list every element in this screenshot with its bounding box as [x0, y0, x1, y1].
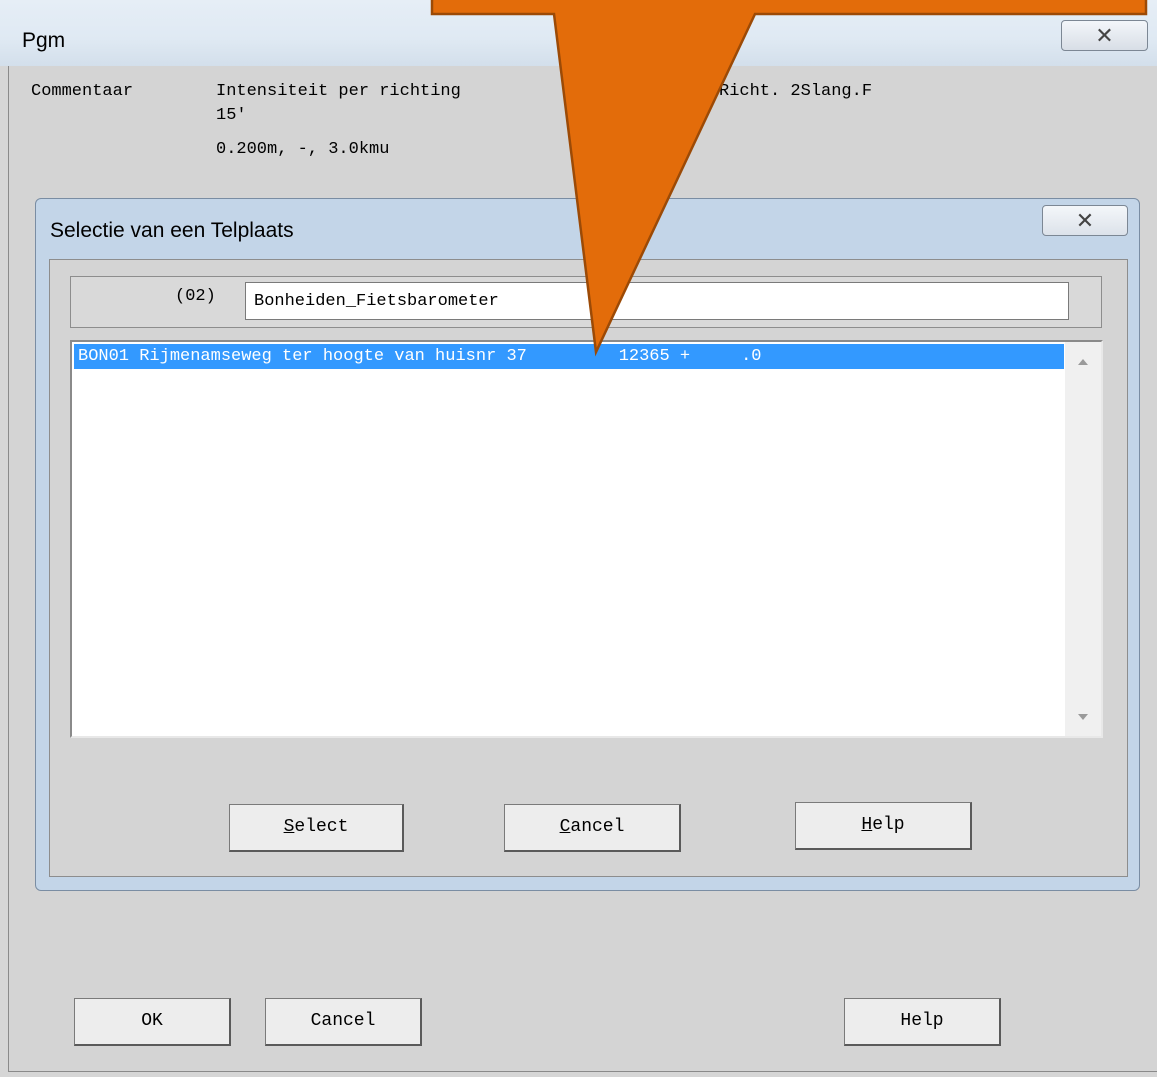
ok-button[interactable]: OK	[74, 998, 231, 1046]
close-icon: ✕	[1075, 208, 1095, 233]
dialog-help-button[interactable]: Help	[795, 802, 972, 850]
scroll-down-arrow-icon[interactable]	[1078, 714, 1088, 720]
list-item-selected[interactable]: BON01 Rijmenamseweg ter hoogte van huisn…	[74, 344, 1064, 369]
dialog-title: Selectie van een Telplaats	[50, 219, 294, 242]
comment-line: Richt. 2Slang.F	[719, 82, 873, 101]
dialog-cancel-button[interactable]: Cancel	[504, 804, 681, 852]
dialog-client-area: (02) BON01 Rijmenamseweg ter hoogte van …	[49, 259, 1128, 877]
comment-label: Commentaar	[31, 82, 134, 101]
telplaats-name-input[interactable]	[245, 282, 1069, 320]
telplaats-field-row: (02)	[70, 276, 1102, 328]
field-code-label: (02)	[175, 287, 216, 306]
select-telplaats-dialog: Selectie van een Telplaats ✕ (02) BON01 …	[35, 198, 1140, 891]
list-scrollbar[interactable]	[1065, 342, 1101, 736]
dialog-close-button[interactable]: ✕	[1042, 205, 1128, 236]
outer-cancel-button[interactable]: Cancel	[265, 998, 422, 1046]
select-button[interactable]: Select	[229, 804, 404, 852]
comment-line: 15'	[216, 106, 247, 125]
comment-line: 0.200m, -, 3.0kmu	[216, 140, 390, 159]
outer-close-button[interactable]: ✕	[1061, 20, 1148, 51]
outer-titlebar: Pgm ✕	[0, 0, 1157, 66]
comment-line: Intensiteit per richting	[216, 82, 461, 101]
close-icon: ✕	[1095, 23, 1114, 48]
scroll-up-arrow-icon[interactable]	[1078, 359, 1088, 365]
outer-window-title: Pgm	[22, 29, 66, 52]
telplaats-listbox[interactable]: BON01 Rijmenamseweg ter hoogte van huisn…	[70, 340, 1103, 738]
outer-help-button[interactable]: Help	[844, 998, 1001, 1046]
